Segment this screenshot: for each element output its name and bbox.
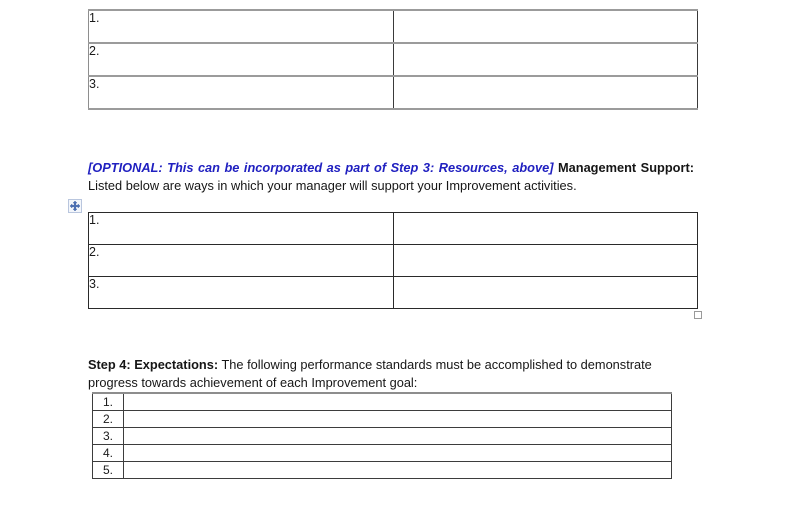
row-entry-cell[interactable]	[123, 427, 672, 445]
row-entry-cell[interactable]	[393, 9, 698, 44]
table-row[interactable]: 4.	[92, 444, 672, 462]
row-number-cell: 1.	[92, 392, 124, 411]
table-row[interactable]: 3.	[88, 75, 698, 110]
row-entry-cell[interactable]	[393, 75, 698, 110]
row-entry-cell[interactable]	[123, 444, 672, 462]
goals-table[interactable]: 1. 2. 3.	[88, 9, 698, 110]
row-entry-cell[interactable]	[123, 410, 672, 428]
table-row[interactable]: 2.	[88, 244, 698, 277]
management-support-body: Listed below are ways in which your mana…	[88, 177, 577, 193]
row-entry-cell[interactable]	[123, 392, 672, 411]
table-row[interactable]: 1.	[88, 9, 698, 44]
expectations-table[interactable]: 1. 2. 3. 4. 5.	[92, 392, 672, 479]
row-entry-cell[interactable]	[393, 276, 698, 309]
step4-paragraph: Step 4: Expectations: The following perf…	[88, 356, 663, 392]
row-entry-cell[interactable]	[393, 244, 698, 277]
row-number-cell: 3.	[92, 427, 124, 445]
management-support-paragraph: [OPTIONAL: This can be incorporated as p…	[88, 159, 694, 195]
management-support-table[interactable]: 1. 2. 3.	[88, 212, 698, 309]
step4-heading: Step 4: Expectations:	[88, 356, 219, 372]
table-row[interactable]: 3.	[92, 427, 672, 445]
table-move-handle-icon[interactable]	[68, 199, 82, 213]
row-entry-cell[interactable]	[393, 42, 698, 77]
table-row[interactable]: 5.	[92, 461, 672, 479]
row-entry-cell[interactable]	[393, 212, 698, 245]
table-row[interactable]: 2.	[88, 42, 698, 77]
document-page: 1. 2. 3. [OPTIONAL: This can be incorpor…	[0, 0, 785, 507]
row-number-cell: 3.	[88, 75, 394, 110]
table-row[interactable]: 1.	[88, 212, 698, 245]
row-number-cell: 1.	[88, 9, 394, 44]
management-support-heading: Management Support:	[557, 159, 694, 175]
row-number-cell: 5.	[92, 461, 124, 479]
optional-note-text: [OPTIONAL: This can be incorporated as p…	[88, 159, 554, 175]
move-cross-icon	[69, 200, 81, 212]
row-number-cell: 2.	[92, 410, 124, 428]
row-number-cell: 1.	[88, 212, 394, 245]
table-row[interactable]: 3.	[88, 276, 698, 309]
table-row[interactable]: 2.	[92, 410, 672, 428]
row-number-cell: 2.	[88, 42, 394, 77]
table-resize-handle-icon[interactable]	[694, 311, 702, 319]
row-number-cell: 2.	[88, 244, 394, 277]
table-row[interactable]: 1.	[92, 392, 672, 411]
row-entry-cell[interactable]	[123, 461, 672, 479]
row-number-cell: 3.	[88, 276, 394, 309]
row-number-cell: 4.	[92, 444, 124, 462]
